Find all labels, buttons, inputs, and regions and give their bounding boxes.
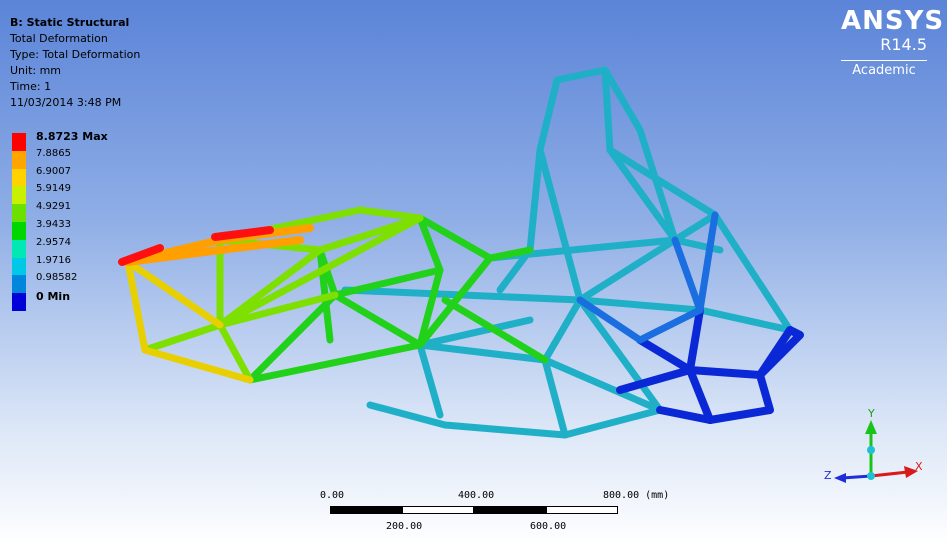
coordinate-triad[interactable]: Y Z X [820, 400, 930, 490]
triad-z-label: Z [824, 469, 832, 482]
scale-label-0: 0.00 [320, 490, 345, 501]
scale-segment-4 [546, 506, 618, 514]
scale-segment-1 [330, 506, 402, 514]
triad-x-label: X [915, 460, 923, 473]
scale-ruler: 0.00 400.00 800.00 (mm) 200.00 600.00 [320, 490, 680, 540]
scale-label-400: 400.00 [458, 490, 495, 501]
scale-segment-3 [474, 506, 546, 514]
frame-tubes [118, 66, 804, 439]
deformed-frame-model[interactable] [0, 0, 947, 546]
scale-label-600: 600.00 [530, 521, 567, 532]
scale-segment-2 [402, 506, 474, 514]
triad-y-label: Y [867, 407, 875, 420]
scale-label-800: 800.00 (mm) [603, 490, 670, 501]
scale-label-200: 200.00 [386, 521, 423, 532]
